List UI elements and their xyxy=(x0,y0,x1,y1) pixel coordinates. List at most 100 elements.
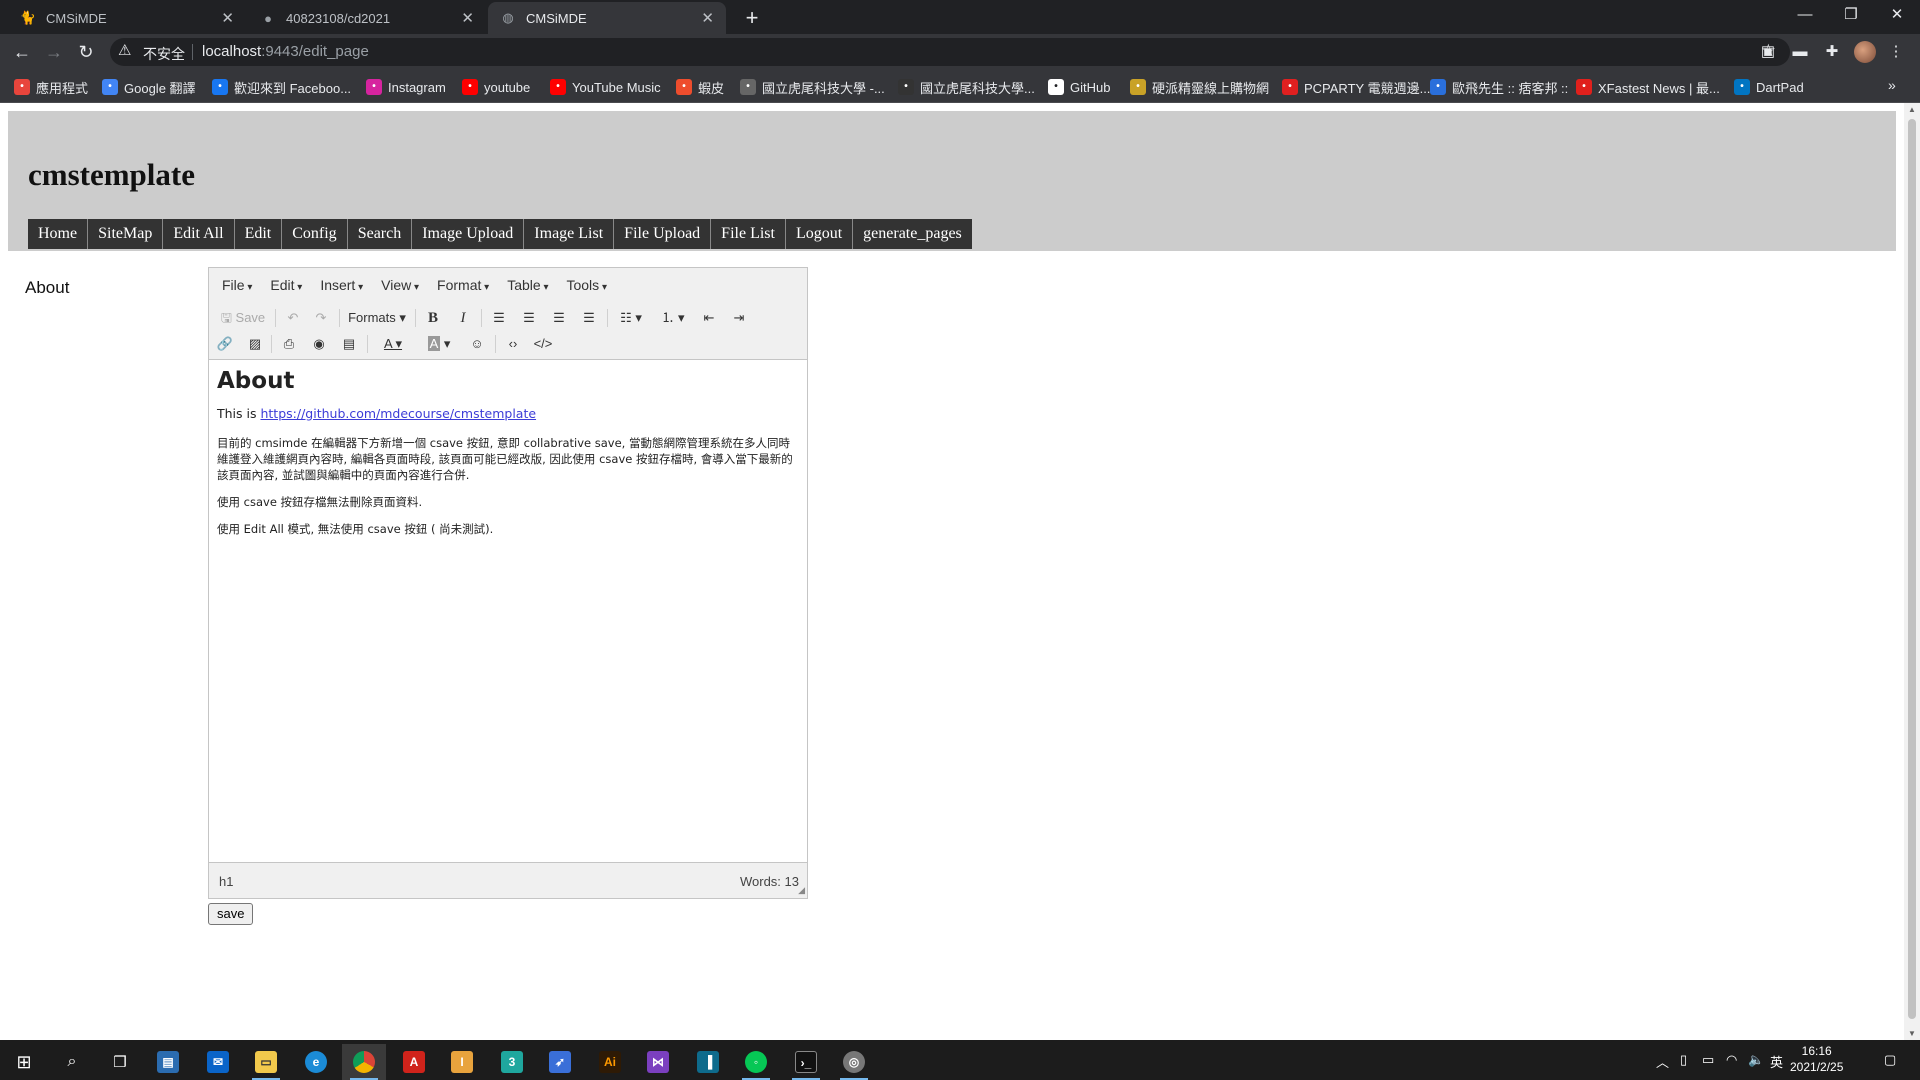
bullet-list-icon[interactable]: ☷ ▾ xyxy=(613,307,649,329)
align-center-icon[interactable]: ☰ xyxy=(517,307,541,329)
formats-dropdown[interactable]: Formats ▾ xyxy=(345,307,409,329)
nav-link-file-upload[interactable]: File Upload xyxy=(614,219,712,249)
insecure-label[interactable]: 不安全 xyxy=(143,44,185,64)
new-tab-button[interactable]: + xyxy=(738,4,766,32)
minimize-icon[interactable]: — xyxy=(1782,0,1828,34)
bookmark-item[interactable]: • Instagram xyxy=(366,78,446,96)
align-justify-icon[interactable]: ☰ xyxy=(577,307,601,329)
code-icon[interactable]: ‹› xyxy=(501,333,525,355)
browser-tab[interactable]: 🐈 CMSiMDE ✕ xyxy=(8,2,246,34)
clock[interactable]: 16:16 2021/2/25 xyxy=(1790,1043,1843,1075)
store-icon[interactable]: ▤ xyxy=(146,1044,190,1080)
source-code-icon[interactable]: </> xyxy=(531,333,555,355)
visual-studio-icon[interactable]: ⋈ xyxy=(636,1044,680,1080)
back-icon[interactable]: ← xyxy=(8,38,36,66)
nav-link-generate-pages[interactable]: generate_pages xyxy=(853,219,972,249)
close-icon[interactable]: ✕ xyxy=(701,9,714,27)
address-bar[interactable]: ⚠ 不安全 localhost:9443/edit_page ☆ xyxy=(110,38,1790,66)
resize-handle-icon[interactable]: ◢ xyxy=(798,885,805,896)
windows-start-icon[interactable]: ⊞ xyxy=(2,1044,46,1080)
ime-indicator[interactable]: 英 xyxy=(1770,1052,1783,1071)
undo-icon[interactable]: ↶ xyxy=(281,307,305,329)
app-icon[interactable]: 3 xyxy=(490,1044,534,1080)
search-icon[interactable]: ⌕ xyxy=(50,1044,94,1080)
bookmark-item[interactable]: • 歐飛先生 :: 痞客邦 :: xyxy=(1430,78,1568,96)
forward-icon[interactable]: → xyxy=(40,38,68,66)
align-left-icon[interactable]: ☰ xyxy=(487,307,511,329)
bookmark-item[interactable]: • 蝦皮 xyxy=(676,78,724,96)
terminal-icon[interactable]: ›_ xyxy=(784,1044,828,1080)
text-color-icon[interactable]: A ▾ xyxy=(373,333,413,355)
image-icon[interactable]: ▨ xyxy=(243,333,267,355)
print-icon[interactable]: ⎙ xyxy=(277,333,301,355)
link-icon[interactable]: 🔗 xyxy=(213,333,237,355)
volume-icon[interactable]: 🔈 xyxy=(1748,1052,1764,1068)
avatar[interactable] xyxy=(1854,41,1876,63)
close-icon[interactable]: ✕ xyxy=(221,9,234,27)
repo-link[interactable]: https://github.com/mdecourse/cmstemplate xyxy=(260,406,536,421)
menu-table[interactable]: Table xyxy=(498,277,557,293)
close-icon[interactable]: ✕ xyxy=(461,9,474,27)
editor-content[interactable]: About This is https://github.com/mdecour… xyxy=(217,368,799,548)
scrollbar-thumb[interactable] xyxy=(1908,119,1916,1019)
menu-format[interactable]: Format xyxy=(428,277,498,293)
emoticons-icon[interactable]: ☺ xyxy=(465,333,489,355)
bookmark-item[interactable]: • 歡迎來到 Faceboo... xyxy=(212,78,351,96)
task-view-icon[interactable]: ❒ xyxy=(98,1044,142,1080)
italic-icon[interactable]: I xyxy=(451,307,475,329)
pocket-icon[interactable]: ▣ xyxy=(1758,42,1778,62)
redo-icon[interactable]: ↷ xyxy=(309,307,333,329)
indent-icon[interactable]: ⇥ xyxy=(727,307,751,329)
reload-icon[interactable]: ↻ xyxy=(72,38,100,66)
illustrator-icon[interactable]: Ai xyxy=(588,1044,632,1080)
puzzle-icon[interactable]: ✚ xyxy=(1822,42,1842,62)
nav-link-home[interactable]: Home xyxy=(28,219,89,249)
bookmark-item[interactable]: • 硬派精靈線上購物網 xyxy=(1130,78,1269,96)
url-text[interactable]: localhost:9443/edit_page xyxy=(202,43,369,60)
device-icon[interactable]: ▯ xyxy=(1680,1052,1687,1068)
save-button[interactable]: save xyxy=(208,903,254,925)
app-icon[interactable]: ➶ xyxy=(538,1044,582,1080)
browser-tab-active[interactable]: ◍ CMSiMDE ✕ xyxy=(488,2,726,34)
bookmark-item[interactable]: • Google 翻譯 xyxy=(102,78,196,96)
menu-edit[interactable]: Edit xyxy=(261,277,311,293)
scroll-down-icon[interactable]: ▼ xyxy=(1907,1029,1917,1038)
nav-link-file-list[interactable]: File List xyxy=(711,219,786,249)
chevron-right-icon[interactable]: » xyxy=(1888,77,1896,93)
menu-file[interactable]: File xyxy=(213,277,261,293)
nav-link-config[interactable]: Config xyxy=(282,219,348,249)
sidebar-item-about[interactable]: About xyxy=(25,278,69,298)
bookmark-item[interactable]: • 國立虎尾科技大學... xyxy=(898,78,1035,96)
scrollbar[interactable]: ▲ ▼ xyxy=(1904,103,1920,1040)
nav-link-search[interactable]: Search xyxy=(348,219,413,249)
menu-insert[interactable]: Insert xyxy=(311,277,372,293)
line-icon[interactable]: ◦ xyxy=(734,1044,778,1080)
chrome-icon[interactable] xyxy=(342,1044,386,1080)
numbered-list-icon[interactable]: ⒈ ▾ xyxy=(655,307,691,329)
network-icon[interactable]: ◠ xyxy=(1726,1052,1737,1068)
app-icon[interactable]: ◎ xyxy=(832,1044,876,1080)
menu-icon[interactable]: ⋮ xyxy=(1886,42,1906,62)
browser-tab[interactable]: ● 40823108/cd2021 ✕ xyxy=(248,2,486,34)
extension-icon[interactable]: ▬ xyxy=(1790,42,1810,62)
background-color-icon[interactable]: A ▾ xyxy=(419,333,459,355)
restore-icon[interactable]: ❐ xyxy=(1828,0,1874,34)
bookmark-item[interactable]: • YouTube Music xyxy=(550,78,661,96)
bookmark-item[interactable]: • DartPad xyxy=(1734,78,1804,96)
bookmark-item[interactable]: • youtube xyxy=(462,78,530,96)
app-icon[interactable]: I xyxy=(440,1044,484,1080)
bookmark-item[interactable]: • PCPARTY 電競週邊... xyxy=(1282,78,1430,96)
nav-link-logout[interactable]: Logout xyxy=(786,219,854,249)
bookmark-item[interactable]: • 應用程式 xyxy=(14,78,88,96)
nav-link-image-upload[interactable]: Image Upload xyxy=(412,219,525,249)
mail-icon[interactable]: ✉ xyxy=(196,1044,240,1080)
media-icon[interactable]: ▤ xyxy=(337,333,361,355)
menu-tools[interactable]: Tools xyxy=(557,277,616,293)
align-right-icon[interactable]: ☰ xyxy=(547,307,571,329)
nav-link-sitemap[interactable]: SiteMap xyxy=(88,219,164,249)
element-path[interactable]: h1 xyxy=(219,874,233,889)
battery-icon[interactable]: ▭ xyxy=(1702,1052,1714,1068)
save-toolbar-button[interactable]: 🖫 Save xyxy=(217,307,269,329)
edge-icon[interactable]: e xyxy=(294,1044,338,1080)
menu-view[interactable]: View xyxy=(372,277,428,293)
